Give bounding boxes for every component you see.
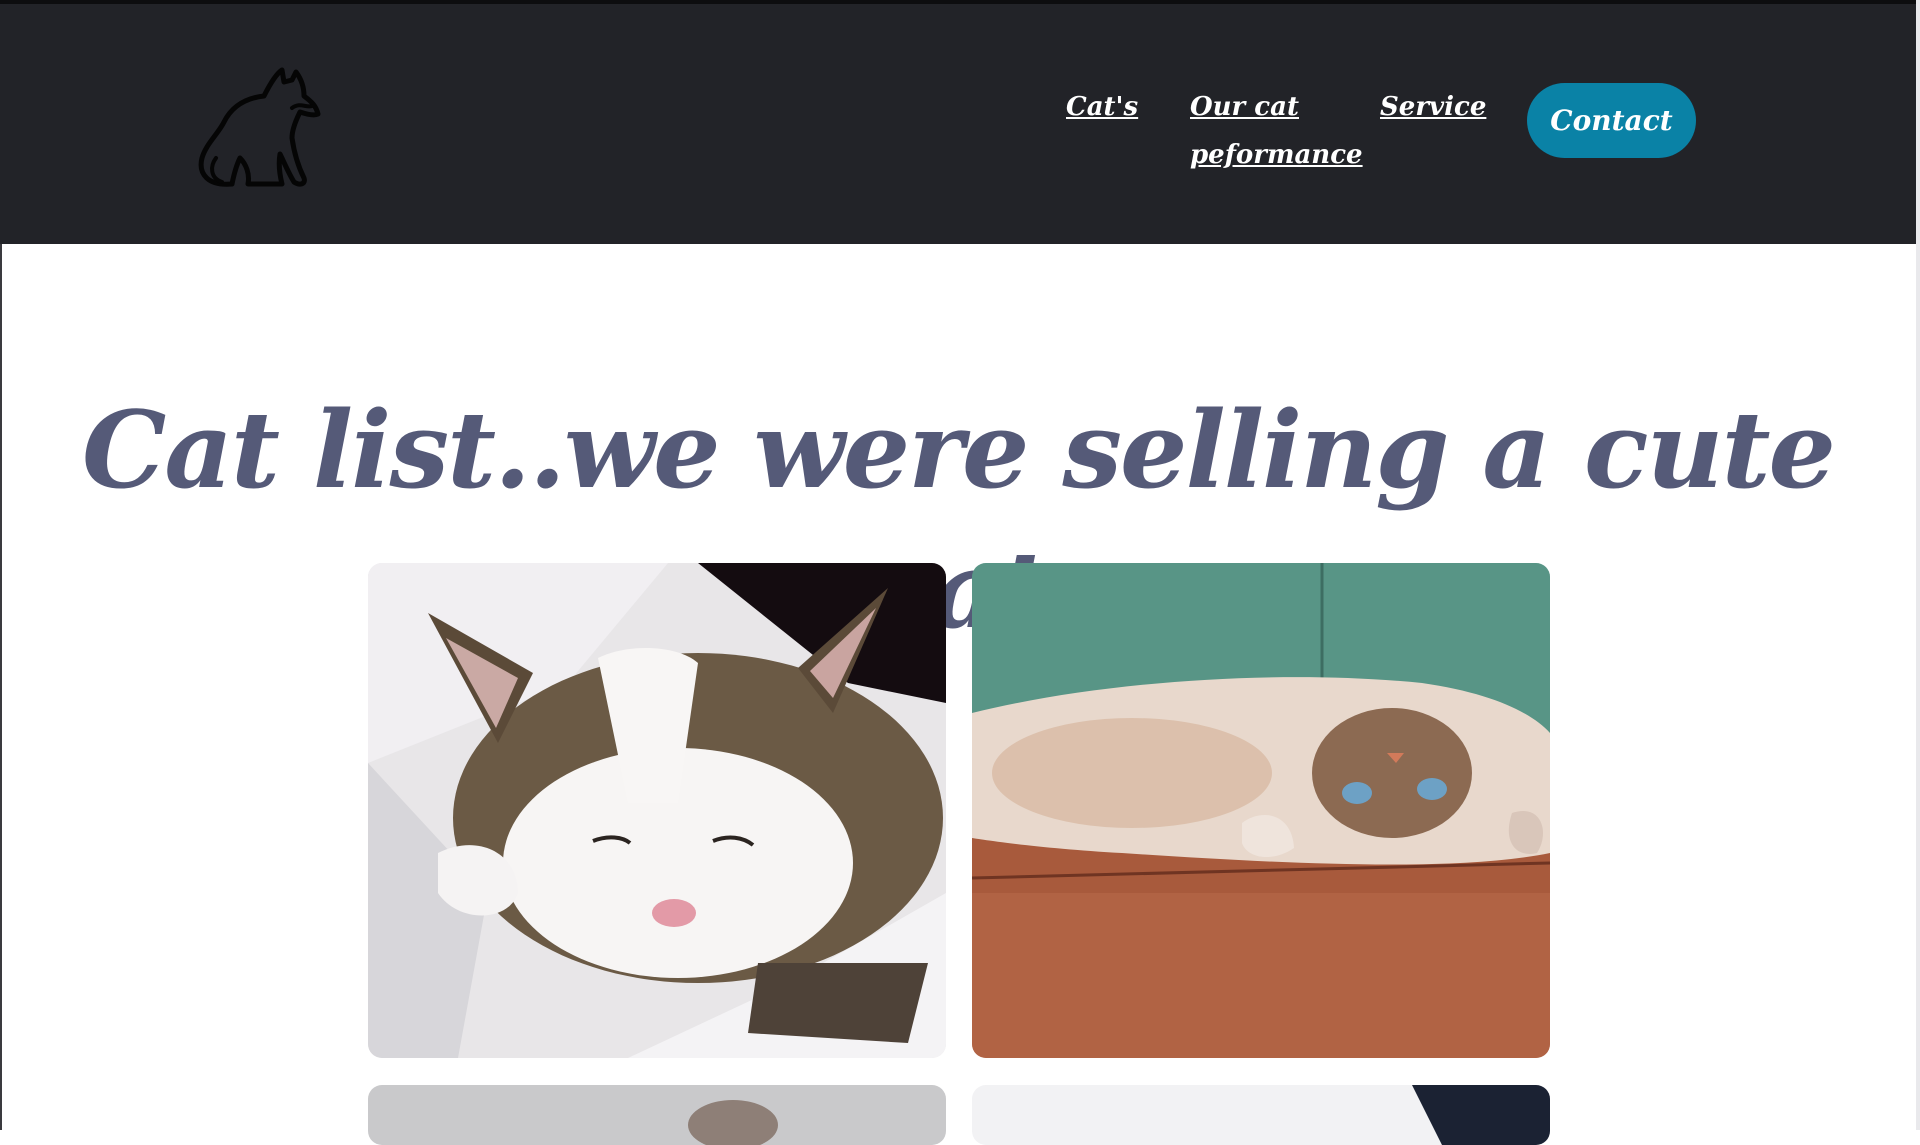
page-title: Cat list..we were selling a cute cat: [82, 387, 1836, 652]
grey-cat-image: [368, 1085, 946, 1145]
cat-card-bedding[interactable]: [972, 1085, 1550, 1145]
cat-card-lying[interactable]: [972, 563, 1550, 1058]
site-header: Cat's Our cat peformance Service Contact: [0, 4, 1916, 244]
contact-button[interactable]: Contact: [1527, 83, 1696, 158]
cat-logo-icon[interactable]: [188, 62, 338, 192]
cat-card-grey[interactable]: [368, 1085, 946, 1145]
page-left-edge: [0, 244, 2, 1130]
cat-card-sleeping[interactable]: [368, 563, 946, 1058]
page-right-edge: [1916, 0, 1920, 1130]
nav-link-service[interactable]: Service: [1380, 83, 1486, 131]
bedding-cat-image: [972, 1085, 1550, 1145]
nav-link-our-cat-performance[interactable]: Our cat peformance: [1190, 83, 1363, 179]
sleeping-cat-image: [368, 563, 946, 1058]
nav-link-cats[interactable]: Cat's: [1066, 83, 1138, 131]
lying-cat-image: [972, 563, 1550, 1058]
